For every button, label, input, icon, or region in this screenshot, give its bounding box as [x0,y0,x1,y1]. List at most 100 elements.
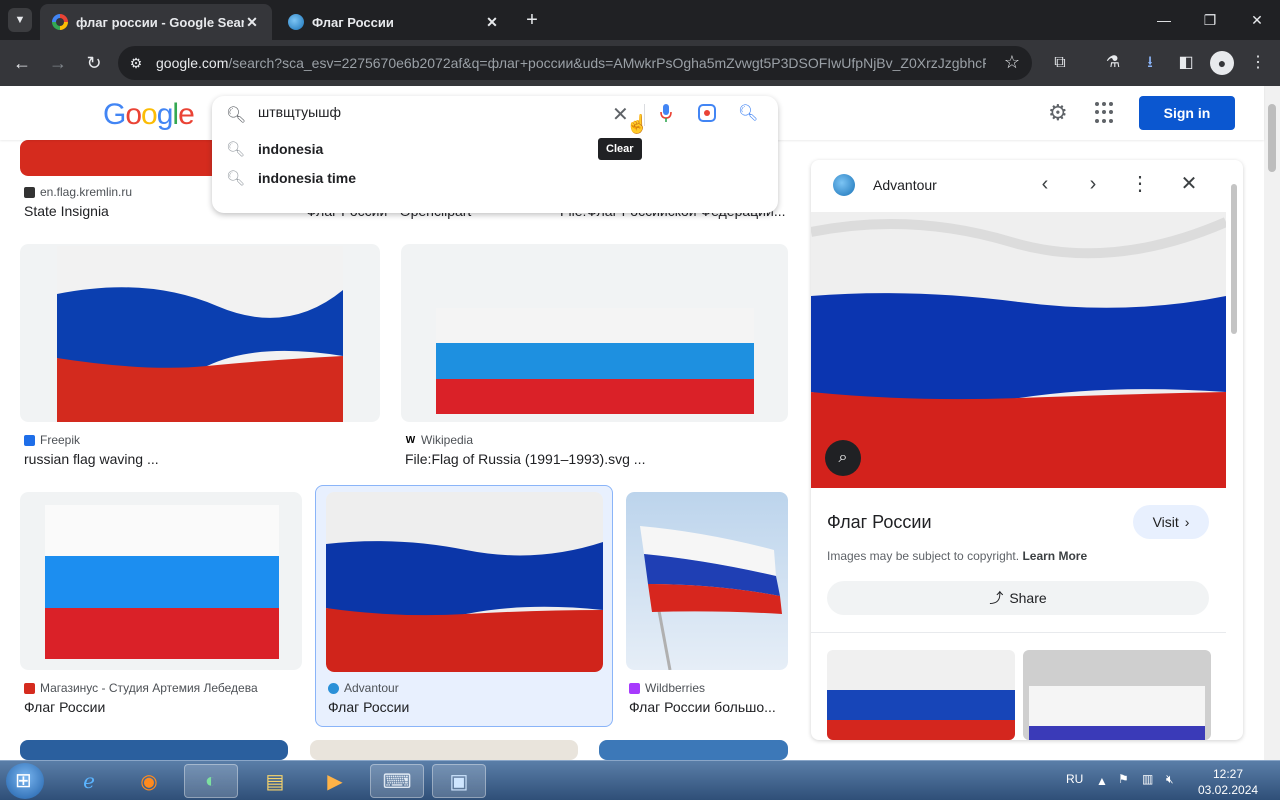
search-box: 🔍︎ ✕ 🔍︎ 🔍︎ indonesia 🔍︎ indonesia time [212,96,778,213]
image-result[interactable] [310,740,578,760]
result-image[interactable] [20,492,302,670]
result-image[interactable] [326,492,603,672]
url-text[interactable]: google.com/search?sca_esv=2275670e6b2072… [156,55,986,71]
extensions-icon[interactable]: ⧉ [1048,51,1072,75]
search-input[interactable] [258,104,588,120]
voice-search-icon[interactable] [660,104,672,122]
file-explorer-icon[interactable]: ▤ [248,764,302,798]
tab-google-search[interactable]: флаг россии - Google Search ✕ [40,4,272,40]
system-clock[interactable]: 12:27 03.02.2024 [1198,766,1258,798]
tab-search-button[interactable]: ▼ [8,8,32,32]
restore-button[interactable]: ❐ [1198,8,1222,32]
bookmark-star-icon[interactable]: ☆ [1004,52,1020,73]
related-image[interactable] [1023,650,1211,740]
windows-taskbar: ℯ ◉ ◐ ▤ ▶ ⌨ ▣ RU ▲ ⚑ ▥ 🔇︎ 12:27 03.02.20… [0,760,1280,800]
clear-tooltip: Clear [598,138,642,160]
related-flag-image [1023,650,1211,740]
more-options-icon[interactable]: ⋮ [1128,172,1152,196]
wildberries-favicon-icon [629,682,640,694]
result-image[interactable] [401,244,788,422]
divider [811,632,1226,633]
image-result[interactable] [20,492,302,670]
google-apps-icon[interactable] [1095,102,1117,124]
search-row: 🔍︎ ✕ 🔍︎ [212,96,778,132]
firefox-icon[interactable]: ◉ [122,764,176,798]
lens-icon[interactable]: ⌕ [825,440,861,476]
start-button[interactable] [6,763,44,799]
learn-more-link[interactable]: Learn More [1022,549,1087,563]
labs-flask-icon[interactable]: ⚗ [1101,51,1125,75]
tab-title: Флаг России [312,14,394,30]
result-source[interactable]: en.flag.kremlin.ru [24,185,132,199]
result-source[interactable]: Advantour [328,681,399,695]
search-submit-icon[interactable]: 🔍︎ [738,103,758,123]
minimize-button[interactable]: — [1152,8,1176,32]
previous-icon[interactable]: ‹ [1033,172,1057,196]
image-results-grid: en.flag.kremlin.ru State Insignia Флаг Р… [0,140,800,760]
image-result[interactable] [20,244,380,422]
page-scrollbar[interactable] [1264,86,1280,760]
close-panel-icon[interactable]: ✕ [1177,172,1201,196]
image-result[interactable] [401,244,788,422]
reload-button[interactable]: ↻ [82,51,106,75]
suggestion-item[interactable]: 🔍︎ indonesia [212,134,778,163]
related-flag-image [827,650,1015,740]
result-source[interactable]: Freepik [24,433,80,447]
suggestion-item[interactable]: 🔍︎ indonesia time [212,163,778,192]
image-result[interactable] [326,492,603,672]
media-player-icon[interactable]: ▶ [308,764,362,798]
result-title[interactable]: Флаг России [328,699,598,715]
tab-close-icon[interactable]: ✕ [244,14,260,31]
chrome-taskbar-icon[interactable]: ◐ [184,764,238,798]
new-tab-button[interactable]: + [520,8,544,32]
chrome-menu-icon[interactable]: ⋮ [1246,51,1270,75]
download-icon[interactable]: ⭳ [1138,51,1162,75]
settings-gear-icon[interactable]: ⚙ [1048,100,1068,126]
suggestion-text: indonesia [258,140,324,157]
keyboard-app-icon[interactable]: ⌨ [370,764,424,798]
related-image[interactable] [827,650,1015,740]
result-title[interactable]: Флаг России большо... [629,699,787,715]
forward-button[interactable]: → [46,51,70,75]
language-indicator[interactable]: RU [1066,772,1083,786]
visit-button[interactable]: Visit › [1133,505,1209,539]
internet-explorer-icon[interactable]: ℯ [62,764,116,798]
result-source[interactable]: Wildberries [629,681,705,695]
network-icon[interactable]: ▥ [1142,772,1153,786]
result-image[interactable] [626,492,788,670]
address-bar[interactable]: ⚙ google.com/search?sca_esv=2275670e6b20… [118,46,1032,80]
result-title[interactable]: Флаг России [24,699,294,715]
result-source[interactable]: W Wikipedia [405,433,473,447]
profile-avatar-icon[interactable]: ● [1210,51,1234,75]
panel-preview-image[interactable]: ⌕ [811,212,1226,488]
show-hidden-icons-icon[interactable]: ▲ [1096,774,1108,788]
image-result[interactable] [626,492,788,670]
image-viewer-icon[interactable]: ▣ [432,764,486,798]
close-window-button[interactable]: ✕ [1245,8,1269,32]
image-result[interactable] [20,740,288,760]
lens-search-icon[interactable] [698,104,716,122]
panel-scrollbar[interactable] [1229,176,1239,736]
tab-close-icon[interactable]: ✕ [484,14,500,31]
result-image[interactable] [20,244,380,422]
share-button[interactable]: ⤴ Share [827,581,1209,615]
advantour-favicon-icon [328,682,339,694]
mouse-pointer-icon: ☝ [626,114,649,134]
result-title[interactable]: russian flag waving ... [24,451,354,467]
site-info-icon[interactable]: ⚙ [126,55,146,72]
image-result[interactable] [599,740,788,760]
panel-title[interactable]: Флаг России [827,512,932,533]
result-source[interactable]: Магазинус - Студия Артемия Лебедева [24,681,258,695]
flag-on-pole-image [640,526,782,670]
back-button[interactable]: ← [10,51,34,75]
tab-flag-russia[interactable]: Флаг России ✕ [276,4,512,40]
sign-in-button[interactable]: Sign in [1139,96,1235,130]
volume-muted-icon[interactable]: 🔇︎ [1166,772,1174,787]
google-logo[interactable]: Google [103,98,195,132]
wikipedia-favicon-icon: W [405,434,416,446]
panel-site-name[interactable]: Advantour [873,177,937,193]
result-title[interactable]: File:Flag of Russia (1991–1993).svg ... [405,451,765,467]
action-center-flag-icon[interactable]: ⚑ [1118,772,1129,786]
next-icon[interactable]: › [1081,172,1105,196]
side-panel-icon[interactable]: ◧ [1174,51,1198,75]
